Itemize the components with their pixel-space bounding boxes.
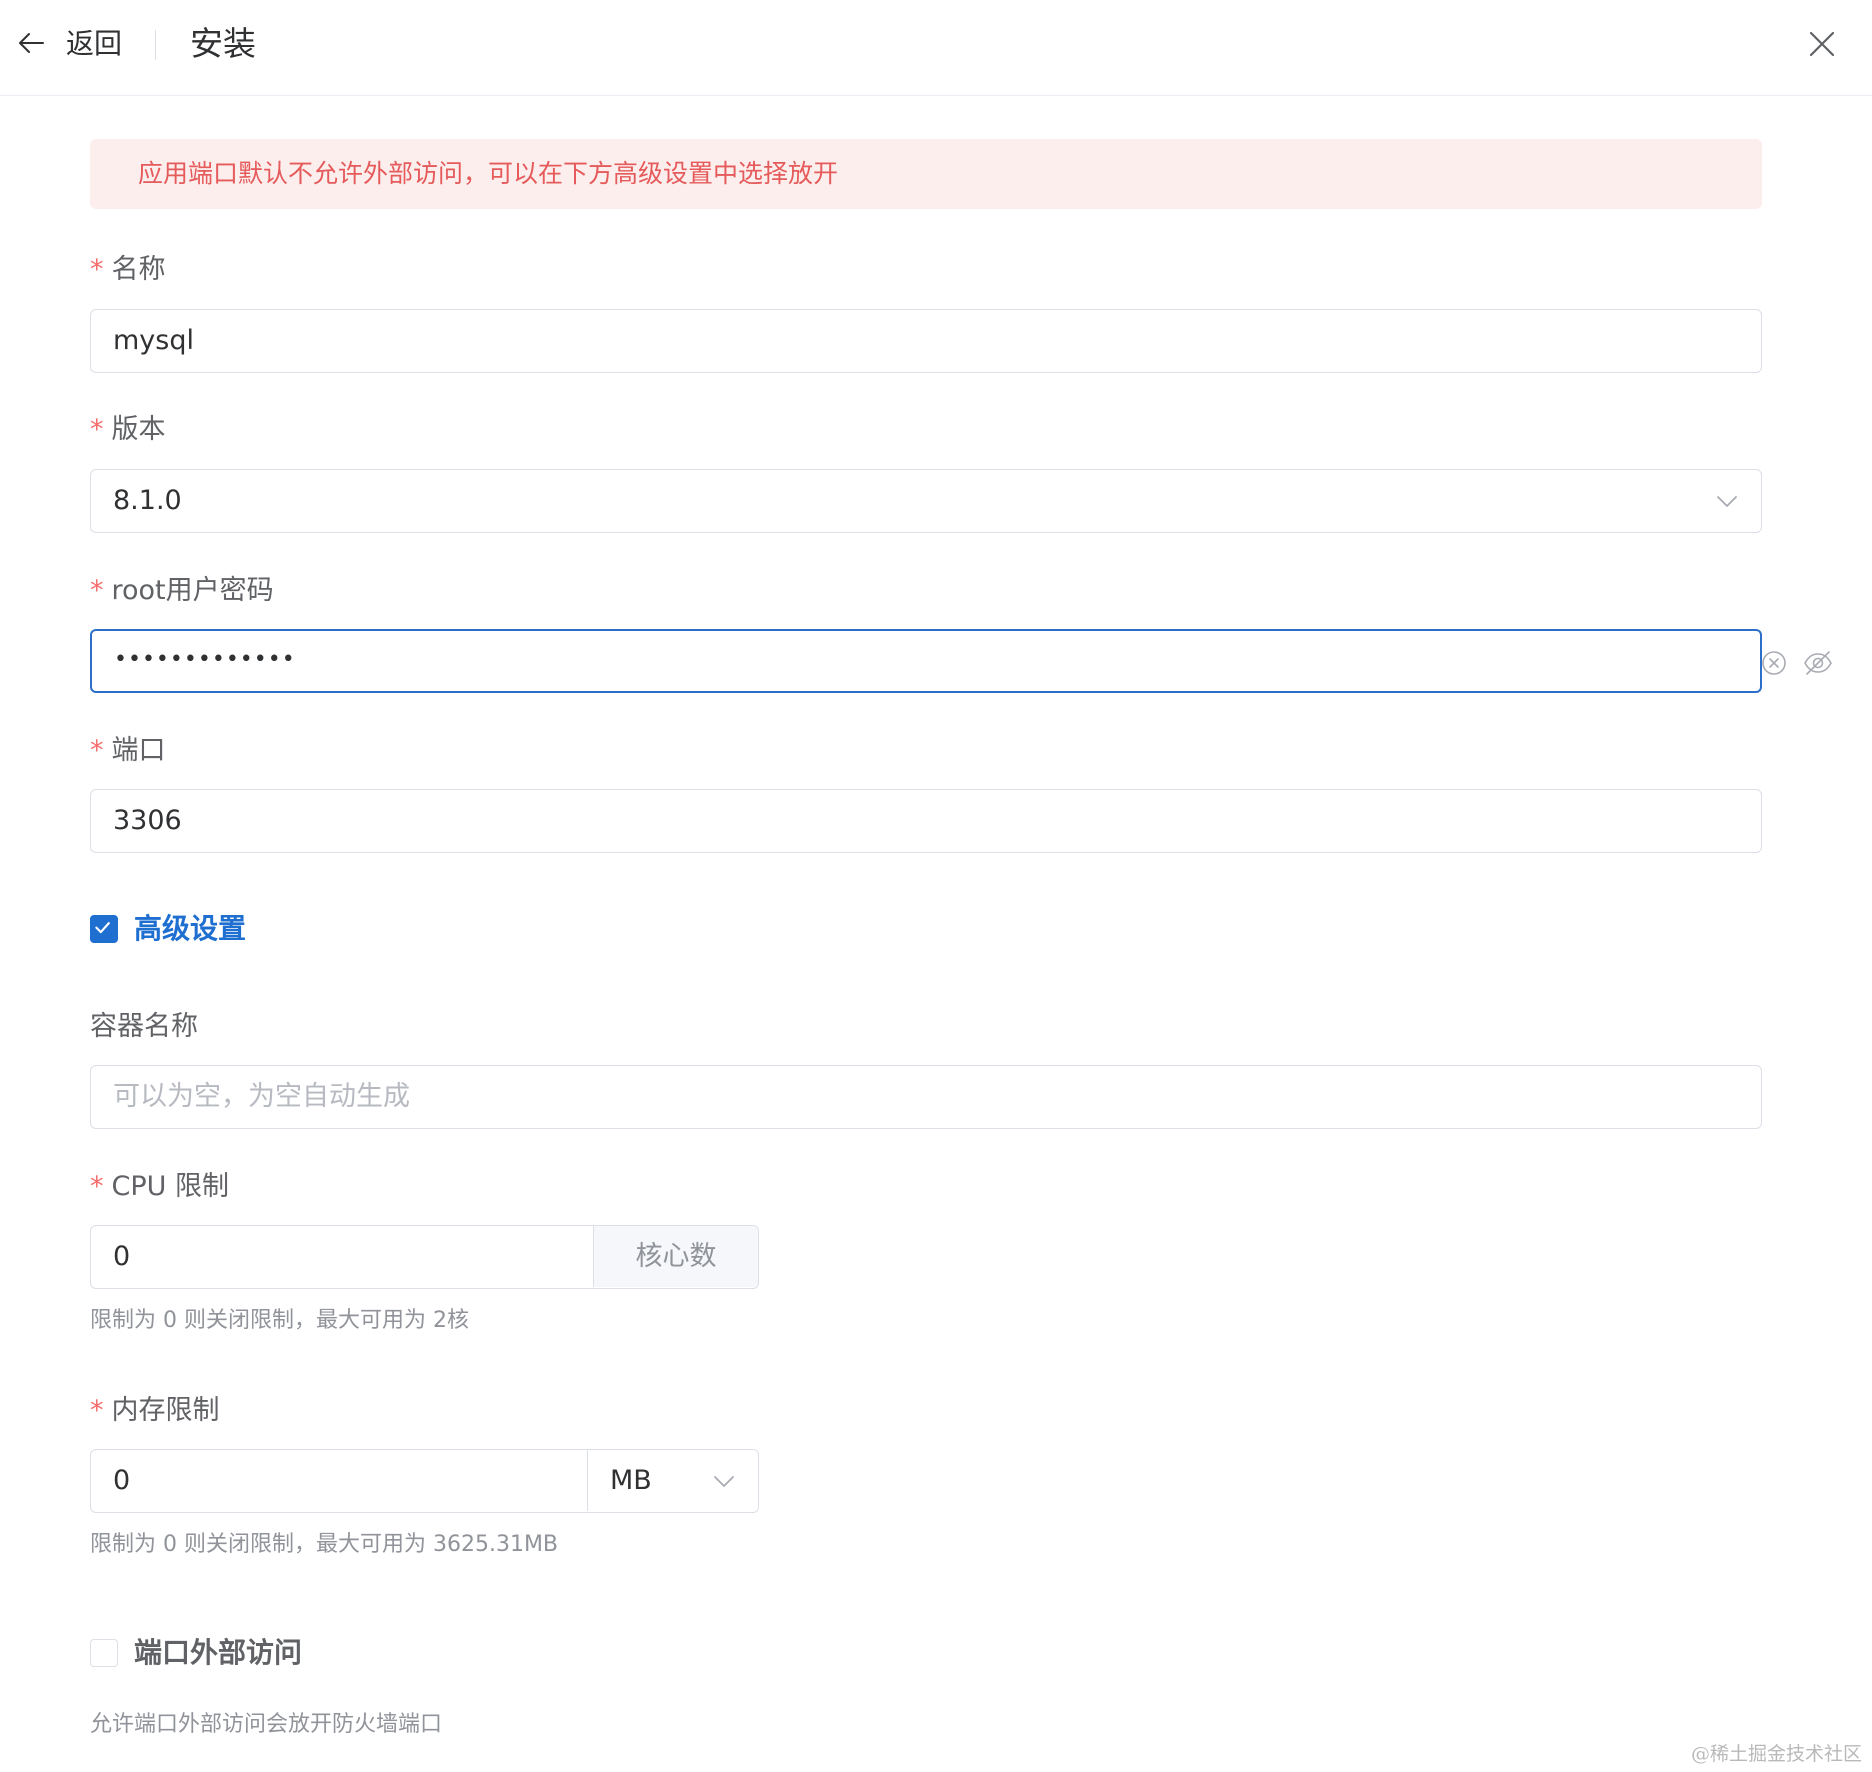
advanced-settings-label[interactable]: 高级设置 [134,910,246,948]
external-access-checkbox[interactable] [90,1639,118,1667]
container-name-label: 容器名称 [90,1009,198,1045]
check-icon [95,922,110,934]
warning-alert: 应用端口默认不允许外部访问，可以在下方高级设置中选择放开 [90,139,1762,209]
clear-circle-icon[interactable] [1760,649,1788,677]
external-access-label[interactable]: 端口外部访问 [134,1634,302,1672]
chevron-down-icon [714,1476,734,1487]
cpu-limit-label-text: CPU 限制 [111,1171,229,1202]
back-button[interactable]: 返回 [66,24,122,64]
port-input-value: 3306 [113,805,182,836]
memory-unit-select[interactable]: MB [587,1450,758,1511]
memory-limit-hint: 限制为 0 则关闭限制，最大可用为 3625.31MB [90,1532,559,1557]
page-title: 安装 [190,24,256,63]
port-label-text: 端口 [111,735,166,766]
port-input[interactable]: 3306 [90,789,1762,853]
container-name-input[interactable]: 可以为空，为空自动生成 [90,1065,1762,1129]
password-label: * root用户密码 [90,573,274,609]
version-label: * 版本 [90,412,166,448]
cpu-limit-label: * CPU 限制 [90,1169,229,1205]
version-select[interactable]: 8.1.0 [90,469,1762,533]
password-label-text: root用户密码 [111,575,274,606]
cpu-limit-value: 0 [113,1241,131,1272]
password-input-value: ••••••••••••• [114,647,296,672]
header-divider [155,30,156,60]
version-select-value: 8.1.0 [113,485,182,516]
required-mark: * [90,414,104,445]
watermark: @稀土掘金技术社区 [1690,1743,1862,1765]
name-input[interactable]: mysql [90,309,1762,373]
advanced-settings-checkbox[interactable] [90,915,118,943]
memory-limit-label: * 内存限制 [90,1393,220,1429]
name-label: * 名称 [90,252,166,288]
required-mark: * [90,1171,104,1202]
close-icon[interactable] [1806,28,1838,60]
container-name-label-text: 容器名称 [90,1011,198,1042]
name-label-text: 名称 [111,254,166,285]
version-label-text: 版本 [111,414,166,445]
cpu-unit-append: 核心数 [593,1226,758,1287]
required-mark: * [90,254,104,285]
eye-hide-icon[interactable] [1802,647,1834,679]
container-name-placeholder: 可以为空，为空自动生成 [113,1081,410,1112]
memory-unit-value: MB [610,1465,652,1496]
memory-limit-label-text: 内存限制 [111,1395,220,1426]
drawer-header: 返回 安装 [0,0,1872,96]
port-label: * 端口 [90,733,166,769]
name-input-value: mysql [113,325,194,356]
arrow-left-icon[interactable] [16,28,46,58]
required-mark: * [90,575,104,606]
cpu-limit-hint: 限制为 0 则关闭限制，最大可用为 2核 [90,1308,469,1333]
cpu-limit-input[interactable]: 0 核心数 [90,1225,759,1289]
required-mark: * [90,735,104,766]
external-access-hint: 允许端口外部访问会放开防火墙端口 [90,1712,443,1737]
chevron-down-icon [1717,496,1737,507]
required-mark: * [90,1395,104,1426]
memory-limit-value: 0 [113,1465,131,1496]
password-input[interactable]: ••••••••••••• [90,629,1832,693]
memory-limit-input[interactable]: 0 MB [90,1449,759,1513]
